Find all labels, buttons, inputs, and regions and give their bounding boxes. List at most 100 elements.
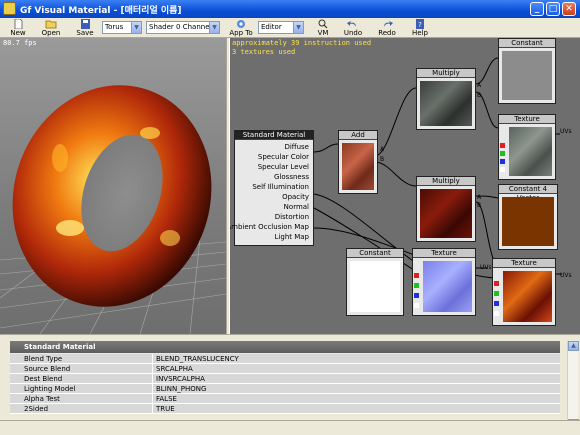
property-value[interactable]: INVSRCALPHA: [154, 374, 560, 383]
apply-icon: [237, 20, 245, 28]
multiply-preview: [420, 81, 472, 126]
chevron-down-icon: ▼: [131, 22, 141, 33]
node-title: Multiply: [417, 69, 475, 78]
property-key: Lighting Model: [24, 385, 76, 393]
fps-counter: 80.7 fps: [3, 39, 37, 47]
property-key: Blend Type: [24, 355, 63, 363]
save-button[interactable]: Save: [74, 19, 96, 37]
input-opacity: Opacity: [282, 193, 309, 201]
svg-text:?: ?: [418, 21, 422, 29]
input-self-illumination: Self Illumination: [252, 183, 309, 191]
input-specular-color: Specular Color: [257, 153, 309, 161]
node-texture-top[interactable]: Texture: [498, 114, 556, 180]
property-value[interactable]: BLINN_PHONG: [154, 384, 560, 393]
node-add[interactable]: Add: [338, 130, 378, 194]
property-value[interactable]: BLEND_TRANSLUCENCY: [154, 354, 560, 363]
open-button[interactable]: Open: [40, 19, 62, 37]
window-title: Gf Visual Material - [매터리얼 이름]: [20, 6, 182, 16]
open-folder-icon: [45, 20, 57, 29]
viewport-canvas: [0, 85, 226, 334]
chevron-down-icon: ▼: [293, 22, 303, 33]
property-row[interactable]: Alpha Test FALSE: [10, 394, 560, 404]
save-label: Save: [76, 29, 94, 37]
channel-select[interactable]: Shader 0 Channel ▼: [146, 21, 220, 34]
input-distortion: Distortion: [274, 213, 309, 221]
constant-bottom-preview: [350, 261, 400, 312]
property-row[interactable]: Dest Blend INVSRCALPHA: [10, 374, 560, 384]
scroll-up-icon[interactable]: ▲: [568, 341, 579, 351]
channel-select-value: Shader 0 Channel: [149, 23, 212, 31]
node-title: Add: [339, 131, 377, 140]
node-constant-top[interactable]: Constant: [498, 38, 556, 104]
preview-viewport[interactable]: 80.7 fps: [0, 38, 226, 334]
node-title: Texture: [499, 115, 555, 124]
new-button[interactable]: New: [8, 19, 28, 37]
constant-top-preview: [502, 51, 552, 100]
input-normal: Normal: [283, 203, 309, 211]
minimize-button[interactable]: _: [530, 2, 544, 16]
magnifier-icon: [318, 19, 328, 29]
help-icon: ?: [416, 19, 424, 29]
node-title: Multiply: [417, 177, 475, 186]
property-value[interactable]: TRUE: [154, 404, 560, 413]
property-row[interactable]: Lighting Model BLINN_PHONG: [10, 384, 560, 394]
node-texture-lava[interactable]: Texture: [492, 258, 556, 326]
input-ambient-occlusion: Ambient Occlusion Map: [230, 223, 309, 231]
app-to-button[interactable]: App To: [228, 19, 254, 37]
node-multiply-top[interactable]: Multiply: [416, 68, 476, 130]
texture-normal-preview: [423, 261, 472, 312]
status-bar: [0, 420, 580, 435]
node-title: Standard Material: [235, 131, 313, 140]
mesh-select-value: Torus: [105, 23, 124, 31]
property-row[interactable]: 2Sided TRUE: [10, 404, 560, 414]
constant4-preview: [502, 197, 554, 246]
properties-scrollbar[interactable]: ▲ ▼: [567, 341, 579, 431]
node-constant-bottom[interactable]: Constant: [346, 248, 404, 316]
node-title: Constant: [499, 39, 555, 48]
open-label: Open: [41, 29, 61, 37]
node-texture-normal[interactable]: Texture: [412, 248, 476, 316]
input-diffuse: Diffuse: [284, 143, 309, 151]
node-title: Texture: [493, 259, 555, 268]
property-value[interactable]: SRCALPHA: [154, 364, 560, 373]
property-value[interactable]: FALSE: [154, 394, 560, 403]
app-to-label: App To: [229, 29, 253, 37]
wire-add-diffuse: [313, 143, 339, 153]
texture-top-uvs: UVs: [560, 128, 572, 135]
property-key: Alpha Test: [24, 395, 60, 403]
node-title: Constant: [347, 249, 403, 258]
node-constant4-vector[interactable]: Constant 4 Vector: [498, 184, 558, 250]
texture-lava-preview: [503, 271, 552, 322]
material-graph[interactable]: approximately 39 instruction used 3 text…: [230, 38, 580, 334]
property-row[interactable]: Source Blend SRCALPHA: [10, 364, 560, 374]
node-standard-material[interactable]: Standard Material Diffuse Specular Color…: [230, 130, 314, 246]
input-light-map: Light Map: [274, 233, 309, 241]
property-key: Source Blend: [24, 365, 71, 373]
property-key: 2Sided: [24, 405, 49, 413]
node-multiply-mid[interactable]: Multiply: [416, 176, 476, 242]
help-label: Help: [412, 29, 428, 37]
add-port-b: B: [380, 156, 385, 163]
redo-button[interactable]: Redo: [376, 19, 398, 37]
new-file-icon: [14, 19, 23, 29]
property-row[interactable]: Blend Type BLEND_TRANSLUCENCY: [10, 354, 560, 364]
add-preview: [342, 143, 374, 190]
chevron-down-icon: ▼: [209, 22, 219, 33]
help-button[interactable]: ? Help: [410, 19, 430, 37]
undo-button[interactable]: Undo: [342, 19, 364, 37]
add-port-a: A: [380, 146, 385, 153]
input-glossness: Glossness: [274, 173, 309, 181]
maximize-button[interactable]: □: [546, 2, 560, 16]
close-button[interactable]: ✕: [562, 2, 576, 16]
node-title: Constant 4 Vector: [499, 185, 557, 202]
texture-top-preview: [509, 127, 552, 176]
texture-normal-uvs: UVs: [480, 264, 492, 271]
editor-select[interactable]: Editor ▼: [258, 21, 304, 34]
multiply-mid-port-b: B: [477, 202, 482, 209]
mesh-select[interactable]: Torus ▼: [102, 21, 142, 34]
texture-lava-uvs: UVs: [560, 272, 572, 279]
node-title: Texture: [413, 249, 475, 258]
save-disk-icon: [81, 19, 90, 29]
toolbar: New Open Save Torus ▼ Shader 0 Channel ▼…: [0, 18, 580, 45]
multiply-top-port-a: A: [477, 82, 482, 89]
